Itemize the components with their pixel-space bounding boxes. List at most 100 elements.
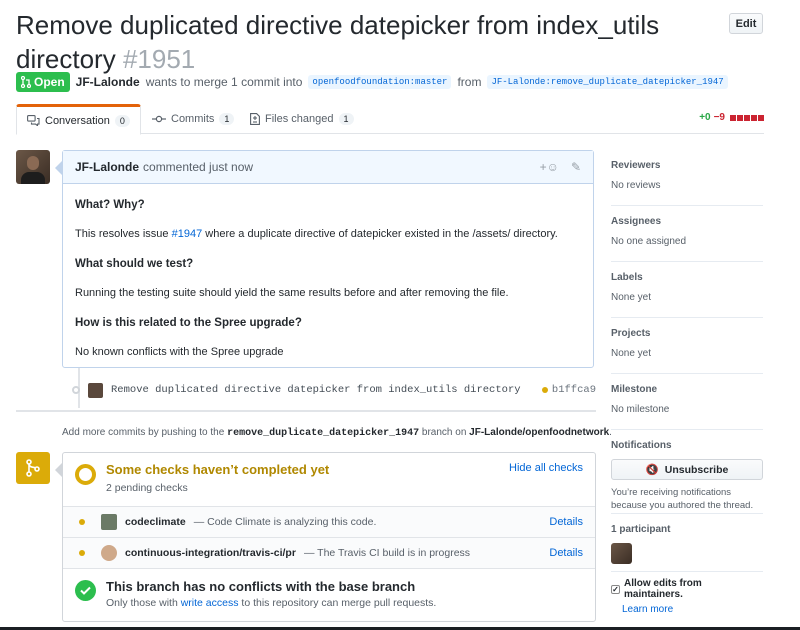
edit-pencil-icon[interactable]: ✎ <box>571 160 581 174</box>
add-reaction-icon[interactable]: +☺ <box>540 160 559 174</box>
pr-title: Remove duplicated directive datepicker f… <box>16 8 716 76</box>
heading-spree: How is this related to the Spree upgrade… <box>75 317 302 329</box>
comment-author[interactable]: JF-Lalonde <box>75 160 139 174</box>
sidebar-heading[interactable]: Assignees <box>611 216 763 227</box>
unsubscribe-button[interactable]: 🔇 Unsubscribe <box>611 459 763 480</box>
pull-request-icon <box>21 76 31 88</box>
push-note: Add more commits by pushing to the remov… <box>62 427 612 439</box>
tab-counter: 0 <box>114 114 130 127</box>
pr-sidebar: Reviewers No reviews Assignees No one as… <box>611 150 763 615</box>
head-branch[interactable]: JF-Lalonde:remove_duplicate_datepicker_1… <box>487 75 728 89</box>
check-details-link[interactable]: Details <box>549 516 583 528</box>
sidebar-projects[interactable]: Projects None yet <box>611 318 763 374</box>
check-name: continuous-integration/travis-ci/pr <box>125 547 296 559</box>
checkbox-checked-icon[interactable]: ✓ <box>611 584 620 594</box>
resolves-prefix: This resolves issue <box>75 228 169 240</box>
comment-body: What? Why? This resolves issue #1947 whe… <box>63 184 593 384</box>
push-note-middle: branch on <box>421 427 467 438</box>
check-name: codeclimate <box>125 516 186 528</box>
checks-subtitle: 2 pending checks <box>106 482 188 494</box>
sidebar-participants: 1 participant <box>611 514 763 572</box>
check-row-codeclimate: codeclimate — Code Climate is analyzing … <box>63 507 595 538</box>
sidebar-value: None yet <box>611 348 652 359</box>
sidebar-assignees[interactable]: Assignees No one assigned <box>611 206 763 262</box>
check-details-link[interactable]: Details <box>549 547 583 559</box>
merge-box: Some checks haven’t completed yet 2 pend… <box>55 452 596 622</box>
sidebar-labels[interactable]: Labels None yet <box>611 262 763 318</box>
merge-sub-prefix: Only those with <box>106 597 178 609</box>
tab-files-changed[interactable]: Files changed 1 <box>240 104 364 134</box>
merge-title: This branch has no conflicts with the ba… <box>106 579 416 594</box>
comment-timestamp: commented just now <box>143 160 254 174</box>
write-access-link[interactable]: write access <box>181 597 239 609</box>
check-row-travis: continuous-integration/travis-ci/pr — Th… <box>63 538 595 569</box>
tab-counter: 1 <box>219 113 235 125</box>
file-diff-icon <box>250 113 260 125</box>
pr-number: #1951 <box>122 44 196 74</box>
sidebar-value: No one assigned <box>611 236 687 247</box>
sidebar-heading[interactable]: Labels <box>611 272 763 283</box>
sidebar-milestone[interactable]: Milestone No milestone <box>611 374 763 430</box>
learn-more-link[interactable]: Learn more <box>622 604 763 615</box>
heading-what-test: What should we test? <box>75 258 194 270</box>
hide-checks-link[interactable]: Hide all checks <box>509 462 583 474</box>
participant-avatar[interactable] <box>611 543 632 564</box>
notification-reason: You’re receiving notifications because y… <box>611 487 754 511</box>
comment-discussion-icon <box>27 115 40 126</box>
codeclimate-avatar <box>101 514 117 530</box>
pending-status-icon[interactable] <box>541 387 548 393</box>
heading-what-why: What? Why? <box>75 199 145 211</box>
pr-meta: Open JF-Lalonde wants to merge 1 commit … <box>16 72 728 92</box>
push-repo: JF-Lalonde/openfoodnetwork <box>469 427 610 438</box>
divider <box>16 410 596 412</box>
pr-comment: JF-Lalonde commented just now +☺ ✎ What?… <box>55 150 594 368</box>
commit-dot-icon <box>72 386 80 394</box>
diffstat-blocks <box>730 114 764 121</box>
paragraph-spree: No known conflicts with the Spree upgrad… <box>75 346 284 358</box>
author-link[interactable]: JF-Lalonde <box>76 75 140 89</box>
tab-label: Commits <box>171 113 215 125</box>
merge-status: This branch has no conflicts with the ba… <box>63 569 595 619</box>
merge-subtitle: Only those with write access to this rep… <box>106 597 436 609</box>
mute-icon: 🔇 <box>645 464 659 476</box>
sidebar-notifications: Notifications 🔇 Unsubscribe You’re recei… <box>611 430 763 514</box>
sidebar-heading: 1 participant <box>611 524 671 535</box>
check-desc: — The Travis CI build is in progress <box>303 547 471 559</box>
author-avatar[interactable] <box>16 150 50 184</box>
checks-header: Some checks haven’t completed yet 2 pend… <box>63 453 595 507</box>
sidebar-heading[interactable]: Projects <box>611 328 763 339</box>
state-badge: Open <box>16 72 70 92</box>
diffstat: +0 −9 <box>699 112 764 123</box>
commit-message[interactable]: Remove duplicated directive datepicker f… <box>111 384 521 396</box>
git-merge-icon <box>16 452 50 484</box>
commit-sha[interactable]: b1ffca9 <box>552 384 596 396</box>
sidebar-value: None yet <box>611 292 652 303</box>
check-circle-icon <box>75 580 96 601</box>
sidebar-heading[interactable]: Reviewers <box>611 160 763 171</box>
merge-sub-suffix: to this repository can merge pull reques… <box>241 597 437 609</box>
comment-header: JF-Lalonde commented just now +☺ ✎ <box>63 151 593 184</box>
base-branch[interactable]: openfoodfoundation:master <box>308 75 452 89</box>
travis-avatar <box>101 545 117 561</box>
tab-counter: 1 <box>338 113 354 125</box>
tab-conversation[interactable]: Conversation 0 <box>16 104 141 135</box>
sidebar-reviewers[interactable]: Reviewers No reviews <box>611 150 763 206</box>
allow-edits[interactable]: ✓ Allow edits from maintainers. <box>611 578 763 600</box>
additions-count: +0 <box>699 112 711 123</box>
sidebar-value: No reviews <box>611 180 661 191</box>
edit-button[interactable]: Edit <box>729 13 763 34</box>
allow-edits-label: Allow edits from maintainers. <box>623 578 702 600</box>
issue-link[interactable]: #1947 <box>172 228 203 240</box>
deletions-count: −9 <box>713 112 725 123</box>
sidebar-heading[interactable]: Milestone <box>611 384 763 395</box>
commit-author-avatar[interactable] <box>88 382 103 398</box>
resolves-suffix: where a duplicate directive of datepicke… <box>205 228 558 240</box>
paragraph-test: Running the testing suite should yield t… <box>75 287 509 299</box>
tab-commits[interactable]: Commits 1 <box>142 104 244 134</box>
pr-tabs: Conversation 0 Commits 1 Files changed 1… <box>16 104 764 135</box>
pr-title-text: Remove duplicated directive datepicker f… <box>16 10 660 74</box>
check-desc: — Code Climate is analyzing this code. <box>193 516 377 528</box>
push-branch: remove_duplicate_datepicker_1947 <box>227 428 420 439</box>
unsubscribe-label: Unsubscribe <box>664 463 729 476</box>
state-label: Open <box>34 75 65 89</box>
